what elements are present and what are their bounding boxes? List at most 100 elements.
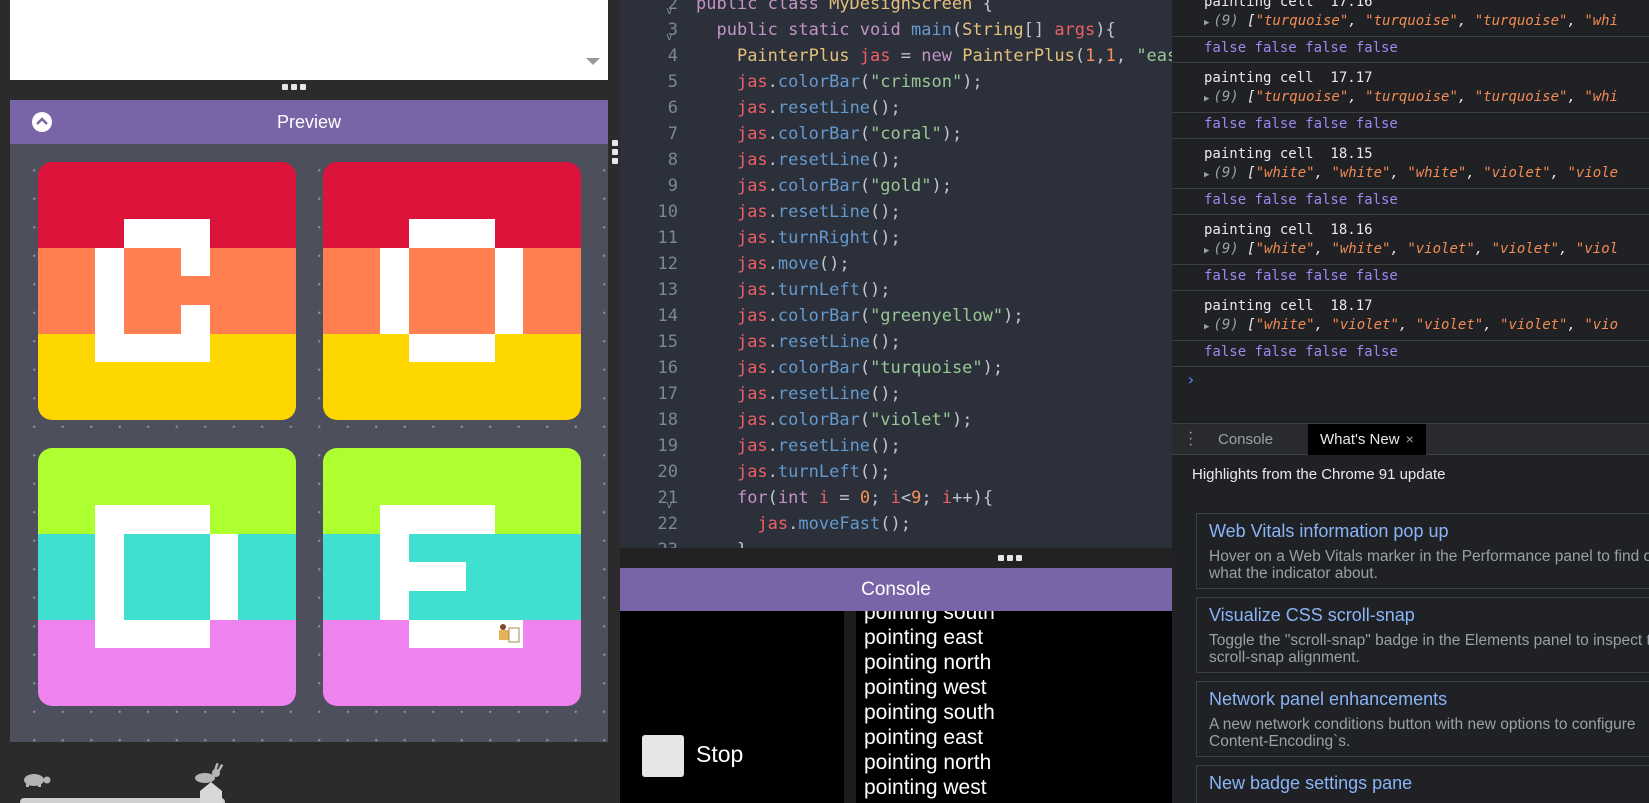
color-band (323, 248, 581, 334)
whats-new-card[interactable]: Network panel enhancements A new network … (1196, 681, 1649, 757)
line-number: 22 (657, 514, 678, 534)
code-line[interactable]: 2 v public class MyDesignScreen { (620, 0, 1172, 20)
whats-new-card[interactable]: New badge settings pane (1196, 765, 1649, 803)
array-value: "turquoise" (1255, 89, 1349, 105)
array-count: (9) (1213, 89, 1248, 105)
line-number: 10 (657, 202, 678, 222)
line-number: 17 (657, 384, 678, 404)
whats-new-card[interactable]: Visualize CSS scroll-snap Toggle the "scr… (1196, 597, 1649, 673)
tab-whats-new-label: What's New (1320, 431, 1400, 448)
console-line: pointing north (864, 651, 992, 674)
code-line[interactable]: 5 jas.colorBar("crimson"); (620, 72, 1172, 98)
log-booleans: false false false false (1204, 268, 1398, 284)
speed-track[interactable] (20, 798, 225, 803)
code-line[interactable]: 11 jas.turnRight(); (620, 228, 1172, 254)
log-array[interactable]: ▶ (9) ["turquoise", "turquoise", "turquoi… (1204, 13, 1618, 29)
code-text: public static void main(String[] args){ (716, 20, 1116, 40)
code-line[interactable]: 16 jas.colorBar("turquoise"); (620, 358, 1172, 384)
instructions-panel[interactable] (10, 0, 608, 80)
code-editor[interactable]: 2 v public class MyDesignScreen {3 v public… (620, 0, 1172, 548)
expand-triangle-icon[interactable]: ▶ (1204, 94, 1209, 104)
code-line[interactable]: 22 jas.moveFast(); (620, 514, 1172, 540)
code-line[interactable]: 18 jas.colorBar("violet"); (620, 410, 1172, 436)
whats-new-card[interactable]: Web Vitals information pop up Hover on a … (1196, 513, 1649, 589)
array-value: "turquoise" (1474, 89, 1568, 105)
log-message: painting cell 18.16 (1204, 222, 1373, 238)
color-band (38, 534, 296, 620)
code-line[interactable]: 4 PainterPlus jas = new PainterPlus(1,1,… (620, 46, 1172, 72)
line-number: 23 (620, 540, 678, 548)
code-line[interactable]: 6 jas.resetLine(); (620, 98, 1172, 124)
array-value: "violet" (1483, 165, 1551, 181)
line-number: 11 (657, 228, 678, 248)
code-line[interactable]: 19 jas.resetLine(); (620, 436, 1172, 462)
code-text: jas.turnLeft(); (736, 280, 891, 300)
resize-grip-vertical[interactable] (612, 140, 618, 164)
code-line[interactable]: 23 } (620, 540, 1172, 548)
card-title-link[interactable]: Visualize CSS scroll-snap (1209, 605, 1415, 626)
resize-grip-horizontal[interactable] (282, 84, 306, 90)
expand-triangle-icon[interactable]: ▶ (1204, 322, 1209, 332)
code-text: jas.resetLine(); (736, 150, 901, 170)
code-line[interactable]: 15 jas.resetLine(); (620, 332, 1172, 358)
code-line[interactable]: 14 jas.colorBar("greenyellow"); (620, 306, 1172, 332)
code-line[interactable]: 12 jas.move(); (620, 254, 1172, 280)
resize-grip-console[interactable] (998, 555, 1022, 561)
speed-slider[interactable] (20, 762, 230, 803)
log-booleans: false false false false (1204, 192, 1398, 208)
code-line[interactable]: 10 jas.resetLine(); (620, 202, 1172, 228)
painted-cell (209, 533, 239, 620)
card-title-link[interactable]: New badge settings pane (1209, 773, 1412, 794)
fold-chevron-icon[interactable]: v (666, 498, 676, 511)
log-divider (1172, 62, 1649, 63)
array-value: "whi (1584, 13, 1619, 29)
code-line[interactable]: 7 jas.colorBar("coral"); (620, 124, 1172, 150)
console-divider[interactable] (844, 611, 856, 803)
console-output: pointing south pointing east pointing nort… (856, 611, 1172, 803)
code-line[interactable]: 21 v for(int i = 0; i<9; i++){ (620, 488, 1172, 514)
array-value: "white" (1331, 241, 1391, 257)
log-array[interactable]: ▶ (9) ["turquoise", "turquoise", "turquoi… (1204, 89, 1618, 105)
card-title-link[interactable]: Network panel enhancements (1209, 689, 1447, 710)
log-divider (1172, 36, 1649, 37)
code-line[interactable]: 8 jas.resetLine(); (620, 150, 1172, 176)
kebab-menu-icon[interactable]: · · · (1188, 425, 1193, 453)
scroll-down-arrow-icon[interactable] (586, 58, 600, 65)
close-icon[interactable]: × (1406, 431, 1414, 447)
fold-chevron-icon[interactable]: v (666, 4, 676, 17)
code-text: jas.colorBar("coral"); (736, 124, 963, 144)
console-splitter[interactable] (620, 548, 1172, 568)
array-value: "turquoise" (1255, 13, 1349, 29)
expand-triangle-icon[interactable]: ▶ (1204, 18, 1209, 28)
code-line[interactable]: 13 jas.turnLeft(); (620, 280, 1172, 306)
stop-label[interactable]: Stop (696, 741, 743, 768)
code-line[interactable]: 17 jas.resetLine(); (620, 384, 1172, 410)
log-array[interactable]: ▶ (9) ["white", "white", "violet", "viole… (1204, 241, 1618, 257)
speed-thumb[interactable] (200, 782, 222, 803)
code-line[interactable]: 3v public static void main(String[] args… (620, 20, 1172, 46)
card-title-link[interactable]: Web Vitals information pop up (1209, 521, 1448, 542)
console-prompt-icon[interactable]: › (1186, 370, 1196, 389)
left-pane: Preview (0, 0, 620, 803)
console-header: Console (620, 568, 1172, 611)
painted-cell (123, 333, 210, 363)
line-number: 5 (667, 72, 678, 92)
painted-cell (95, 533, 124, 620)
stop-button[interactable] (642, 735, 684, 777)
tab-whats-new[interactable]: What's New × (1308, 424, 1426, 455)
devtools-drawer-tabs: · · · Console What's New × (1172, 423, 1649, 455)
painted-cell (181, 247, 210, 277)
array-count: (9) (1213, 13, 1248, 29)
code-text: jas.turnRight(); (736, 228, 901, 248)
log-booleans: false false false false (1204, 40, 1398, 56)
log-array[interactable]: ▶ (9) ["white", "white", "white", "violet… (1204, 165, 1618, 181)
tab-console[interactable]: Console (1206, 424, 1285, 455)
code-line[interactable]: 9 jas.colorBar("gold"); (620, 176, 1172, 202)
fold-chevron-icon[interactable]: v (666, 30, 676, 43)
array-value: "viole (1567, 165, 1619, 181)
log-array[interactable]: ▶ (9) ["white", "violet", "violet", "viol… (1204, 317, 1618, 333)
expand-triangle-icon[interactable]: ▶ (1204, 246, 1209, 256)
array-value: "turquoise" (1365, 13, 1458, 29)
expand-triangle-icon[interactable]: ▶ (1204, 170, 1209, 180)
code-line[interactable]: 20 jas.turnLeft(); (620, 462, 1172, 488)
